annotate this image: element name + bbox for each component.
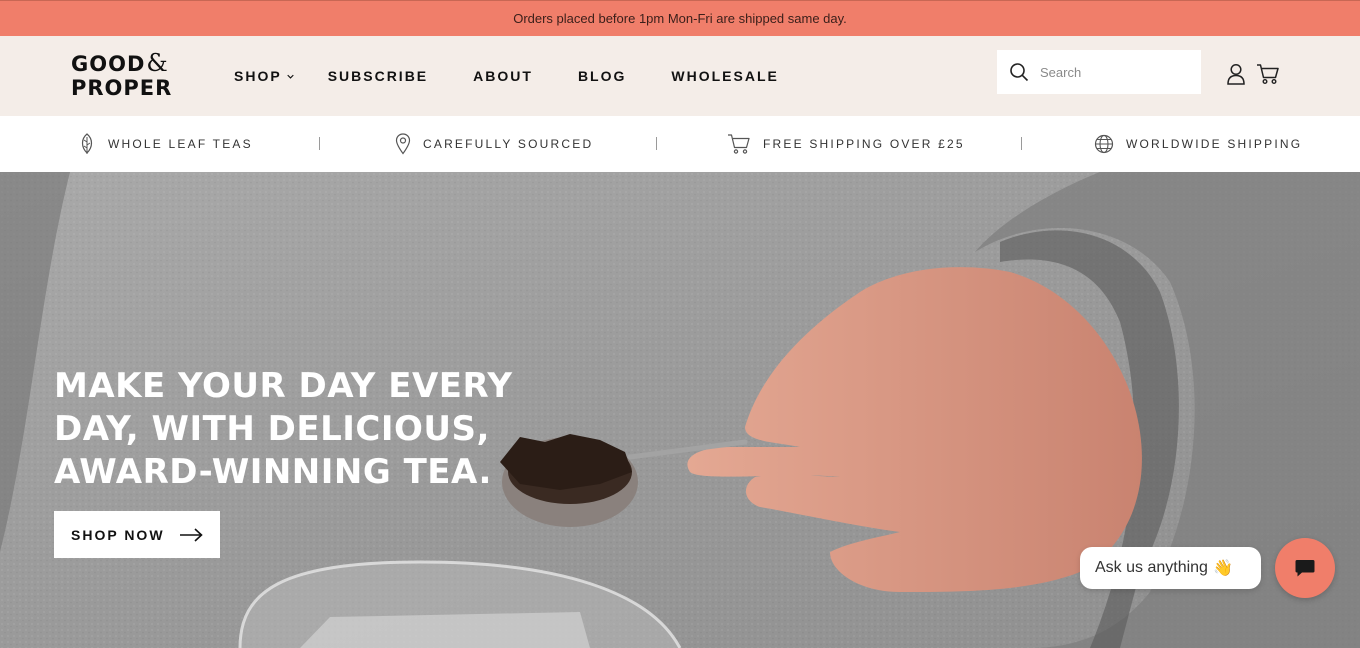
logo-line1: GOOD	[71, 52, 146, 76]
logo[interactable]: GOOD& PROPER	[71, 51, 181, 103]
nav-item-blog[interactable]: BLOG	[578, 68, 626, 84]
wave-emoji: 👋	[1212, 560, 1233, 577]
search-box[interactable]	[997, 50, 1201, 94]
account-icon[interactable]	[1226, 63, 1246, 85]
chat-launcher-button[interactable]	[1275, 538, 1335, 598]
chat-icon	[1295, 560, 1315, 577]
announcement-text: Orders placed before 1pm Mon-Fri are shi…	[513, 11, 847, 26]
location-pin-icon	[395, 133, 411, 155]
globe-icon	[1094, 134, 1114, 154]
feature-free-shipping: FREE SHIPPING OVER £25	[727, 116, 965, 172]
nav-item-about[interactable]: ABOUT	[473, 68, 533, 84]
logo-ampersand: &	[146, 49, 169, 77]
feature-label: FREE SHIPPING OVER £25	[763, 137, 965, 151]
search-input[interactable]	[1040, 64, 1190, 80]
logo-line2: PROPER	[71, 76, 173, 100]
feature-worldwide: WORLDWIDE SHIPPING	[1094, 116, 1302, 172]
search-icon[interactable]	[1009, 62, 1029, 82]
leaf-icon	[81, 133, 93, 154]
shop-now-label: SHOP NOW	[71, 526, 165, 543]
nav-item-wholesale[interactable]: WHOLESALE	[671, 68, 778, 84]
divider	[1021, 137, 1022, 150]
chevron-down-icon	[286, 74, 294, 79]
nav-item-subscribe[interactable]: SUBSCRIBE	[328, 68, 428, 84]
nav-item-shop[interactable]: SHOP	[234, 68, 294, 84]
divider	[656, 137, 657, 150]
arrow-right-icon	[179, 527, 203, 542]
hero-headline: Make your day every day, with delicious,…	[54, 366, 513, 492]
divider	[319, 137, 320, 150]
cart-icon	[728, 134, 750, 154]
chat-prompt-bubble[interactable]: Ask us anything 👋	[1080, 547, 1261, 589]
feature-whole-leaf: WHOLE LEAF TEAS	[78, 116, 253, 172]
feature-label: WORLDWIDE SHIPPING	[1126, 137, 1303, 151]
features-strip: WHOLE LEAF TEAS CAREFULLY SOURCED FREE S…	[0, 116, 1360, 172]
main-nav: SHOP SUBSCRIBE ABOUT BLOG WHOLESALE	[234, 36, 779, 116]
feature-label: WHOLE LEAF TEAS	[108, 137, 253, 151]
site-header: GOOD& PROPER SHOP SUBSCRIBE ABOUT BLOG W…	[0, 36, 1360, 116]
shop-now-button[interactable]: SHOP NOW	[54, 511, 220, 558]
announcement-bar: Orders placed before 1pm Mon-Fri are shi…	[0, 0, 1360, 36]
feature-label: CAREFULLY SOURCED	[423, 137, 594, 151]
cart-icon[interactable]	[1256, 63, 1280, 85]
feature-sourced: CAREFULLY SOURCED	[395, 116, 593, 172]
chat-prompt-text: Ask us anything	[1095, 559, 1208, 576]
nav-item-shop-label: SHOP	[234, 68, 282, 84]
